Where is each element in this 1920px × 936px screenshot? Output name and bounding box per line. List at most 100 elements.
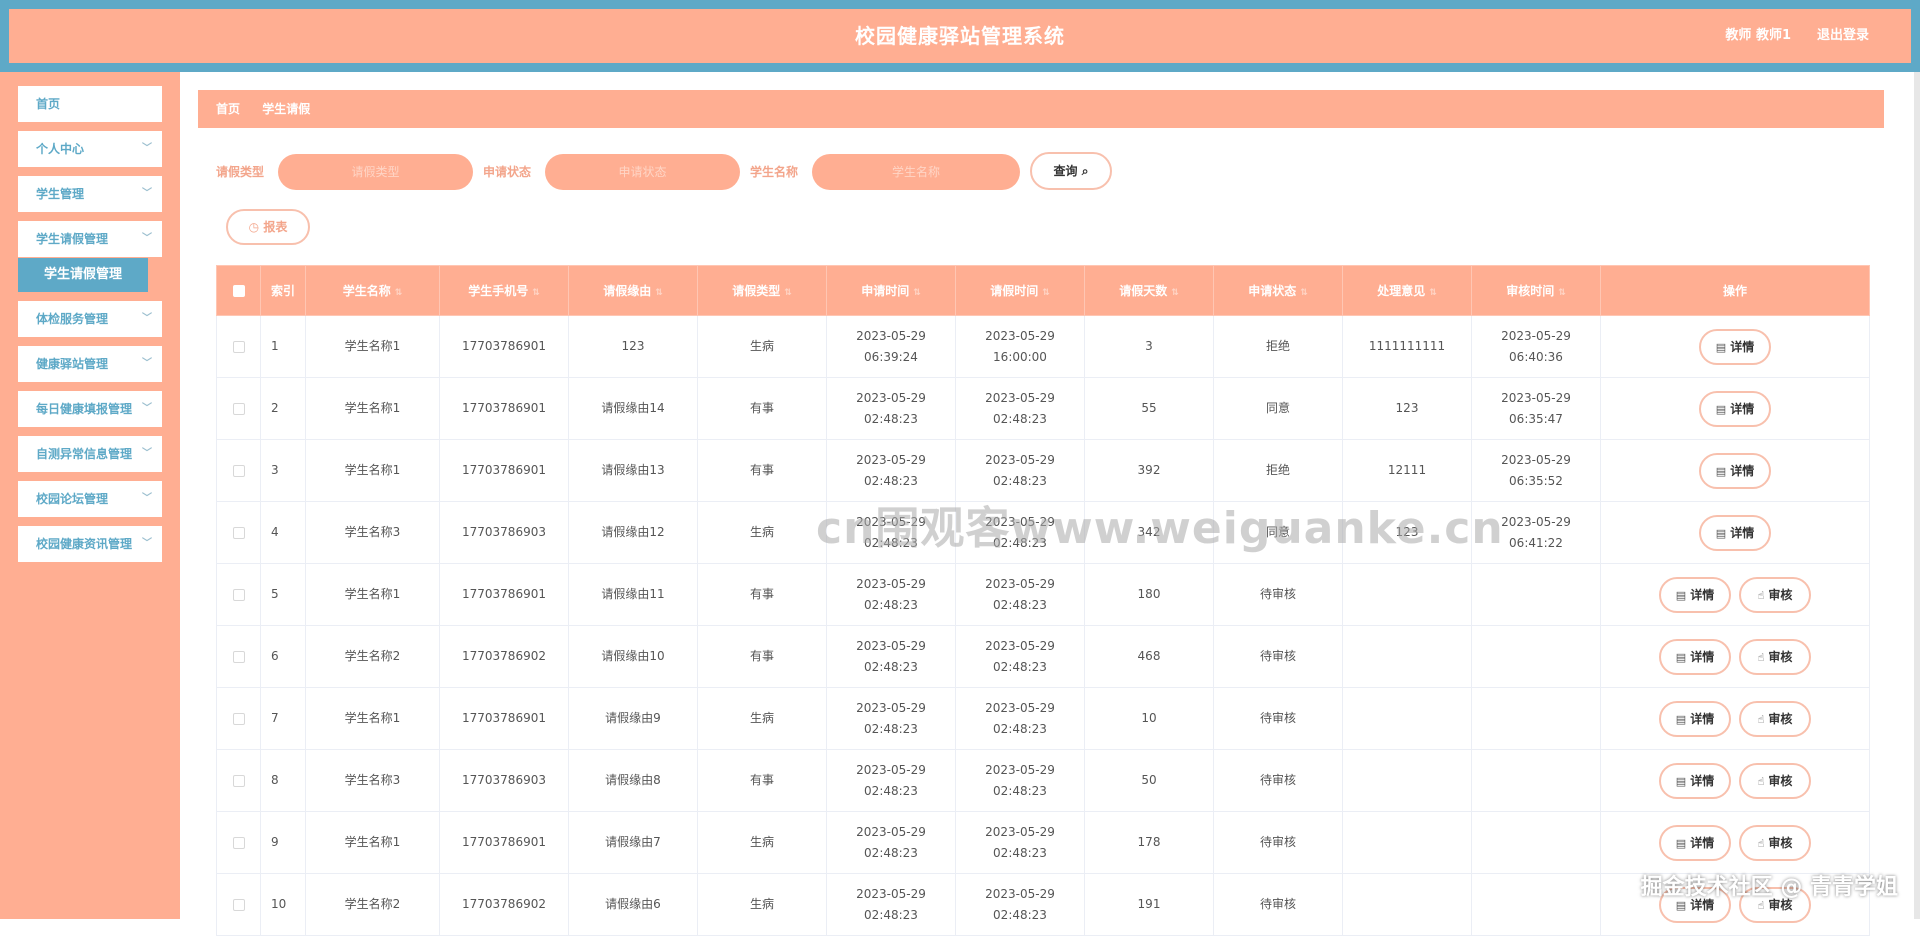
sidebar-item-health-news[interactable]: 校园健康资讯管理﹀ [18,526,162,562]
student-name-input[interactable] [812,154,1020,190]
detail-button[interactable]: ▤详情 [1699,391,1771,427]
cell-type: 生病 [698,812,827,874]
col-days[interactable]: 请假天数⇅ [1085,266,1214,316]
sidebar-item-personal-center[interactable]: 个人中心﹀ [18,131,162,167]
cell-index: 1 [261,316,306,378]
col-apply-time[interactable]: 申请时间⇅ [827,266,956,316]
audit-button[interactable]: ☝审核 [1739,701,1811,737]
row-checkbox[interactable] [217,688,261,750]
col-reason[interactable]: 请假缘由⇅ [569,266,698,316]
audit-button[interactable]: ☝审核 [1739,639,1811,675]
sidebar-item-home[interactable]: 首页 [18,86,162,122]
breadcrumb-home[interactable]: 首页 [216,102,240,116]
cell-review-time: 2023-05-29 06:41:22 [1472,502,1601,564]
row-checkbox[interactable] [217,440,261,502]
col-opinion[interactable]: 处理意见⇅ [1343,266,1472,316]
detail-button[interactable]: ▤详情 [1659,887,1731,923]
sidebar-item-label: 健康驿站管理 [36,357,108,371]
audit-button[interactable]: ☝审核 [1739,887,1811,923]
row-checkbox[interactable] [217,750,261,812]
col-phone[interactable]: 学生手机号⇅ [440,266,569,316]
detail-button[interactable]: ▤详情 [1659,577,1731,613]
table-row: 2学生名称117703786901请假缘由14有事2023-05-29 02:4… [217,378,1870,440]
select-all-checkbox[interactable] [217,266,261,316]
audit-button[interactable]: ☝审核 [1739,825,1811,861]
audit-button[interactable]: ☝审核 [1739,577,1811,613]
detail-button[interactable]: ▤详情 [1659,763,1731,799]
query-button[interactable]: 查询 ⌕ [1030,152,1112,190]
cell-review-time [1472,812,1601,874]
sidebar-item-checkup-management[interactable]: 体检服务管理﹀ [18,301,162,337]
logout-button[interactable]: 退出登录 [1817,9,1869,63]
cell-review-time [1472,750,1601,812]
table-row: 6学生名称217703786902请假缘由10有事2023-05-29 02:4… [217,626,1870,688]
sidebar-item-student-management[interactable]: 学生管理 ﹀ [18,176,162,212]
cell-opinion: 1111111111 [1343,316,1472,378]
sort-icon: ⇅ [1558,288,1566,298]
cell-actions: ▤详情☝审核 [1601,750,1870,812]
sidebar-subitem-leave-management[interactable]: 学生请假管理 [18,258,148,292]
table-row: 5学生名称117703786901请假缘由11有事2023-05-29 02:4… [217,564,1870,626]
status-input[interactable] [545,154,740,190]
cell-reason: 请假缘由8 [569,750,698,812]
cell-phone: 17703786902 [440,626,569,688]
cell-actions: ▤详情 [1601,502,1870,564]
col-leave-time[interactable]: 请假时间⇅ [956,266,1085,316]
cell-review-time [1472,626,1601,688]
row-checkbox[interactable] [217,812,261,874]
cell-type: 有事 [698,440,827,502]
chevron-down-icon: ﹀ [142,176,152,212]
leave-type-input[interactable] [278,154,473,190]
col-index[interactable]: 索引 [261,266,306,316]
row-checkbox[interactable] [217,564,261,626]
sidebar-item-leave-management[interactable]: 学生请假管理﹀ [18,221,162,257]
cell-type: 生病 [698,316,827,378]
sidebar-item-self-test-abnormal[interactable]: 自测异常信息管理﹀ [18,436,162,472]
clock-icon: ◷ [249,220,259,234]
col-student-name[interactable]: 学生名称⇅ [306,266,440,316]
sidebar-item-station-management[interactable]: 健康驿站管理﹀ [18,346,162,382]
sidebar-item-forum-management[interactable]: 校园论坛管理﹀ [18,481,162,517]
cell-opinion [1343,688,1472,750]
cell-review-time: 2023-05-29 06:40:36 [1472,316,1601,378]
cell-reason: 请假缘由6 [569,874,698,936]
audit-button[interactable]: ☝审核 [1739,763,1811,799]
scrollbar-track[interactable] [1914,72,1920,919]
row-checkbox[interactable] [217,874,261,936]
detail-button[interactable]: ▤详情 [1699,329,1771,365]
cell-reason: 请假缘由7 [569,812,698,874]
sidebar-item-label: 学生管理 [36,187,84,201]
detail-button[interactable]: ▤详情 [1659,701,1731,737]
cell-student-name: 学生名称1 [306,316,440,378]
col-review-time[interactable]: 审核时间⇅ [1472,266,1601,316]
detail-button[interactable]: ▤详情 [1699,515,1771,551]
sort-icon: ⇅ [784,288,792,298]
cell-review-time: 2023-05-29 06:35:47 [1472,378,1601,440]
document-icon: ▤ [1676,713,1686,726]
cell-days: 392 [1085,440,1214,502]
cell-reason: 请假缘由9 [569,688,698,750]
cell-opinion: 123 [1343,502,1472,564]
cell-phone: 17703786901 [440,440,569,502]
cell-actions: ▤详情☝审核 [1601,626,1870,688]
cell-reason: 请假缘由10 [569,626,698,688]
detail-button[interactable]: ▤详情 [1659,639,1731,675]
row-checkbox[interactable] [217,626,261,688]
col-status[interactable]: 申请状态⇅ [1214,266,1343,316]
cell-reason: 请假缘由13 [569,440,698,502]
report-button[interactable]: ◷ 报表 [226,209,310,245]
detail-button[interactable]: ▤详情 [1659,825,1731,861]
sidebar-item-daily-report[interactable]: 每日健康填报管理﹀ [18,391,162,427]
row-checkbox[interactable] [217,316,261,378]
col-type[interactable]: 请假类型⇅ [698,266,827,316]
top-bar: 校园健康驿站管理系统 教师 教师1 退出登录 [0,0,1920,72]
row-checkbox[interactable] [217,502,261,564]
cell-phone: 17703786903 [440,750,569,812]
cell-type: 有事 [698,564,827,626]
cell-leave-time: 2023-05-29 02:48:23 [956,874,1085,936]
cell-status: 待审核 [1214,688,1343,750]
cell-index: 3 [261,440,306,502]
row-checkbox[interactable] [217,378,261,440]
cell-leave-time: 2023-05-29 02:48:23 [956,502,1085,564]
detail-button[interactable]: ▤详情 [1699,453,1771,489]
